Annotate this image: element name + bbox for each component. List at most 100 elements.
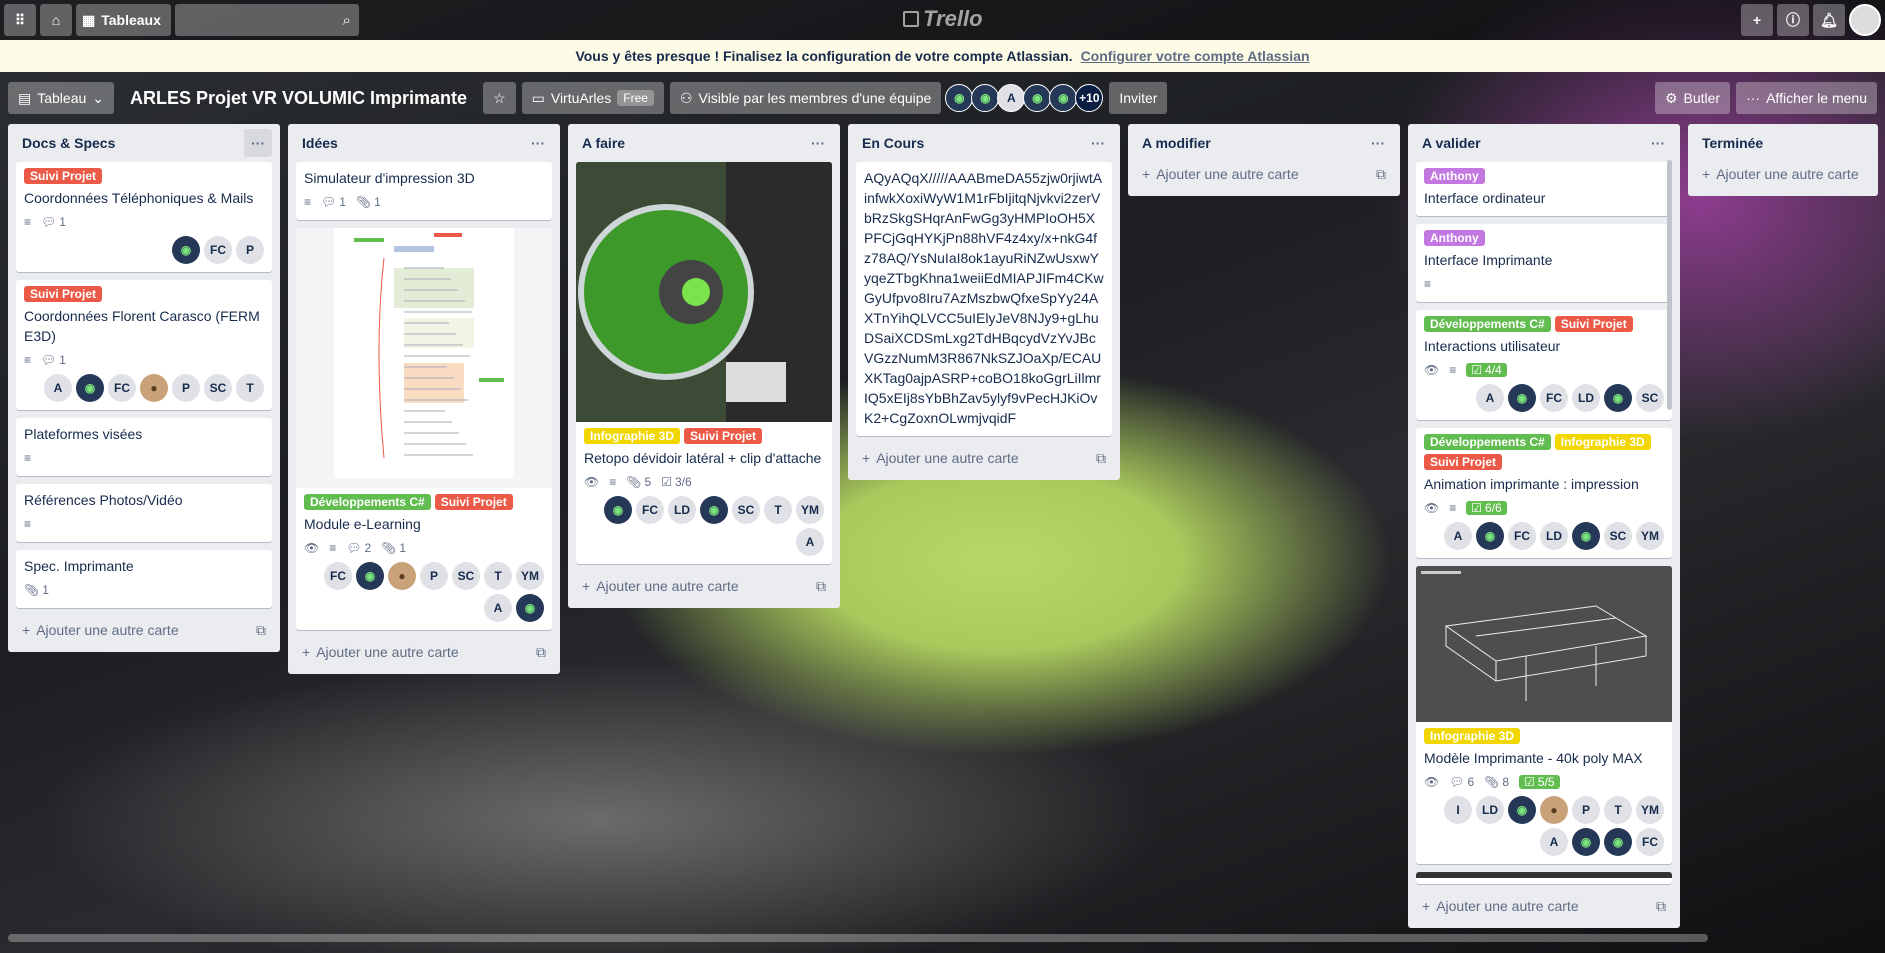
member-avatar[interactable]: I bbox=[1444, 796, 1472, 824]
card[interactable]: Spec. Imprimante 📎︎ 1 bbox=[16, 550, 272, 608]
member-avatar[interactable]: P bbox=[172, 374, 200, 402]
member-avatar[interactable]: A bbox=[44, 374, 72, 402]
member-avatar[interactable]: SC bbox=[1604, 522, 1632, 550]
search-input[interactable]: ⌕ bbox=[174, 4, 359, 36]
member-avatar[interactable]: ◉ bbox=[1023, 84, 1052, 112]
list-menu-button[interactable]: ··· bbox=[1644, 129, 1672, 157]
member-avatar[interactable]: ◉ bbox=[172, 236, 200, 264]
member-avatar[interactable]: ● bbox=[140, 374, 168, 402]
add-card-button[interactable]: + Ajouter une autre carte bbox=[1688, 160, 1878, 188]
member-avatar[interactable]: A bbox=[997, 84, 1026, 112]
member-avatar[interactable]: P bbox=[420, 562, 448, 590]
list-scrollbar[interactable] bbox=[1667, 160, 1672, 410]
member-avatar[interactable]: ◉ bbox=[1604, 384, 1632, 412]
card[interactable]: AQyAQqX/////AAABmeDA55zjw0rjiwtAinfwkXox… bbox=[856, 162, 1112, 436]
boards-button[interactable]: ▦ Tableaux bbox=[76, 4, 171, 36]
card[interactable]: Références Photos/Vidéo ≡ bbox=[16, 484, 272, 542]
member-avatar[interactable]: ◉ bbox=[1572, 828, 1600, 856]
member-avatar[interactable]: LD bbox=[1476, 796, 1504, 824]
card[interactable]: Développements C# Suivi Projet Interaction… bbox=[1416, 310, 1672, 420]
member-avatar[interactable]: ◉ bbox=[1508, 796, 1536, 824]
create-button[interactable]: + bbox=[1741, 4, 1773, 36]
add-card-button[interactable]: + Ajouter une autre carte ⧉ bbox=[848, 444, 1120, 472]
template-icon[interactable]: ⧉ bbox=[1376, 166, 1386, 183]
member-avatar[interactable]: T bbox=[1604, 796, 1632, 824]
list-title[interactable]: A modifier bbox=[1142, 135, 1211, 151]
member-avatar[interactable]: LD bbox=[1540, 522, 1568, 550]
member-avatar[interactable]: A bbox=[1476, 384, 1504, 412]
list-menu-button[interactable]: ··· bbox=[1364, 129, 1392, 157]
member-avatar[interactable]: ◉ bbox=[1604, 828, 1632, 856]
banner-link[interactable]: Configurer votre compte Atlassian bbox=[1081, 48, 1310, 64]
member-avatar[interactable]: YM bbox=[796, 496, 824, 524]
member-avatar[interactable]: ◉ bbox=[356, 562, 384, 590]
list-menu-button[interactable]: ··· bbox=[524, 129, 552, 157]
user-avatar[interactable] bbox=[1849, 4, 1881, 36]
list-title[interactable]: A faire bbox=[582, 135, 625, 151]
member-avatar[interactable]: ◉ bbox=[700, 496, 728, 524]
member-avatar[interactable]: A bbox=[1444, 522, 1472, 550]
member-avatar[interactable]: ◉ bbox=[516, 594, 544, 622]
member-avatar[interactable]: A bbox=[796, 528, 824, 556]
list-menu-button[interactable]: ··· bbox=[1084, 129, 1112, 157]
list-title[interactable]: Idées bbox=[302, 135, 338, 151]
member-avatar[interactable]: ● bbox=[388, 562, 416, 590]
template-icon[interactable]: ⧉ bbox=[536, 644, 546, 661]
member-avatar[interactable]: A bbox=[1540, 828, 1568, 856]
member-avatar[interactable]: FC bbox=[1540, 384, 1568, 412]
member-avatar[interactable]: LD bbox=[668, 496, 696, 524]
card[interactable]: Infographie 3D Modèle Imprimante - 40k po… bbox=[1416, 566, 1672, 864]
list-menu-button[interactable]: ··· bbox=[804, 129, 832, 157]
member-avatar[interactable]: ◉ bbox=[1572, 522, 1600, 550]
add-card-button[interactable]: + Ajouter une autre carte ⧉ bbox=[1128, 160, 1400, 188]
member-avatar[interactable]: SC bbox=[1636, 384, 1664, 412]
show-menu-button[interactable]: ··· Afficher le menu bbox=[1736, 82, 1877, 114]
member-avatar[interactable]: SC bbox=[204, 374, 232, 402]
info-button[interactable]: ⓘ bbox=[1777, 4, 1809, 36]
list-title[interactable]: A valider bbox=[1422, 135, 1481, 151]
member-avatar[interactable]: YM bbox=[1636, 522, 1664, 550]
member-avatar[interactable]: T bbox=[484, 562, 512, 590]
template-icon[interactable]: ⧉ bbox=[816, 578, 826, 595]
invite-button[interactable]: Inviter bbox=[1109, 82, 1168, 114]
card[interactable]: Développements C# Suivi Projet Module e-Le… bbox=[296, 228, 552, 630]
member-avatar[interactable]: FC bbox=[324, 562, 352, 590]
card[interactable]: Suivi Projet Coordonnées Téléphoniques & … bbox=[16, 162, 272, 272]
member-avatar[interactable]: P bbox=[1572, 796, 1600, 824]
template-icon[interactable]: ⧉ bbox=[256, 622, 266, 639]
member-avatar[interactable]: P bbox=[236, 236, 264, 264]
member-avatar[interactable]: SC bbox=[732, 496, 760, 524]
member-avatar[interactable]: ◉ bbox=[604, 496, 632, 524]
card[interactable]: Anthony Interface Imprimante ≡ bbox=[1416, 224, 1672, 302]
member-avatar[interactable]: T bbox=[764, 496, 792, 524]
member-avatar[interactable]: FC bbox=[1636, 828, 1664, 856]
member-avatar[interactable]: ◉ bbox=[945, 84, 974, 112]
list-title[interactable]: Docs & Specs bbox=[22, 135, 115, 151]
add-card-button[interactable]: + Ajouter une autre carte ⧉ bbox=[1408, 892, 1680, 920]
member-avatar[interactable]: FC bbox=[1508, 522, 1536, 550]
member-avatar[interactable]: ◉ bbox=[1476, 522, 1504, 550]
member-avatar[interactable]: YM bbox=[516, 562, 544, 590]
member-avatar[interactable]: FC bbox=[636, 496, 664, 524]
member-avatar[interactable]: ◉ bbox=[1508, 384, 1536, 412]
template-icon[interactable]: ⧉ bbox=[1096, 450, 1106, 467]
member-avatar[interactable]: ◉ bbox=[1049, 84, 1078, 112]
member-avatar[interactable]: FC bbox=[204, 236, 232, 264]
member-avatar[interactable]: SC bbox=[452, 562, 480, 590]
list-title[interactable]: Terminée bbox=[1702, 135, 1763, 151]
card[interactable]: Simulateur d'impression 3D ≡ 💬︎ 1 📎︎ 1 bbox=[296, 162, 552, 220]
board-horizontal-scrollbar[interactable] bbox=[8, 934, 1708, 942]
list-title[interactable]: En Cours bbox=[862, 135, 924, 151]
card[interactable]: Développements C# Infographie 3D Suivi Pro… bbox=[1416, 428, 1672, 558]
butler-button[interactable]: ⚙ Butler bbox=[1654, 82, 1731, 114]
member-avatar[interactable]: FC bbox=[108, 374, 136, 402]
view-switcher-button[interactable]: ▤ Tableau ⌄ bbox=[8, 82, 115, 114]
member-avatar[interactable]: YM bbox=[1636, 796, 1664, 824]
add-card-button[interactable]: + Ajouter une autre carte ⧉ bbox=[288, 638, 560, 666]
card[interactable]: Plateformes visées ≡ bbox=[16, 418, 272, 476]
trello-logo[interactable]: Trello bbox=[903, 6, 983, 32]
visibility-button[interactable]: ⚇ Visible par les membres d'une équipe bbox=[669, 82, 942, 114]
workspace-button[interactable]: ▭ VirtuArles Free bbox=[521, 82, 664, 114]
card[interactable] bbox=[1416, 872, 1672, 884]
member-avatar[interactable]: ● bbox=[1540, 796, 1568, 824]
